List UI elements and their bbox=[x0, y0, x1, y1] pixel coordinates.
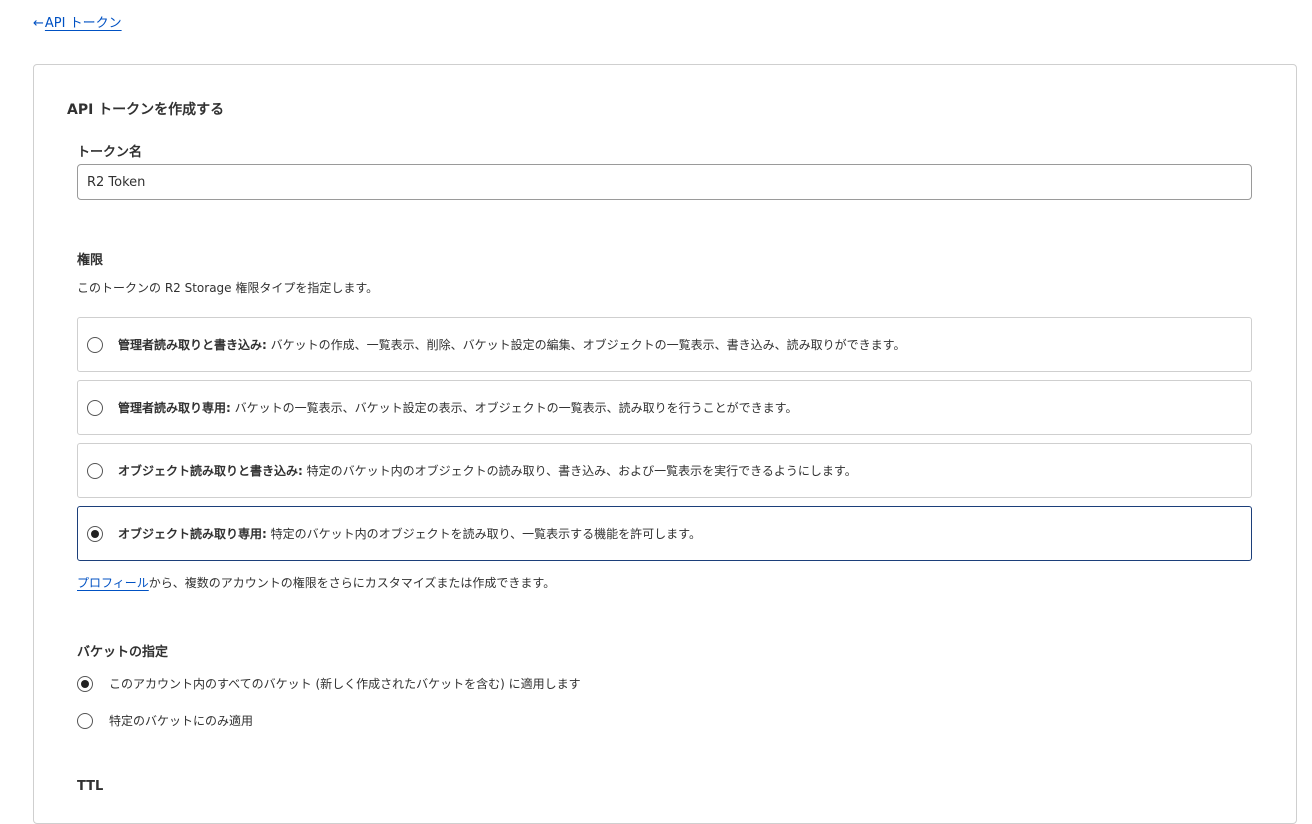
permission-option-text: オブジェクト読み取り専用: 特定のバケット内のオブジェクトを読み取り、一覧表示す… bbox=[118, 525, 701, 542]
permissions-label: 権限 bbox=[77, 253, 104, 268]
permission-option-title: 管理者読み取りと書き込み: bbox=[118, 338, 267, 352]
radio-dot-icon bbox=[91, 529, 99, 538]
radio-dot-icon bbox=[81, 679, 89, 688]
bucket-scope-label: バケットの指定 bbox=[77, 645, 169, 660]
profile-note: プロフィールから、複数のアカウントの権限をさらにカスタマイズまたは作成できます。 bbox=[77, 574, 555, 591]
permission-option-description: バケットの作成、一覧表示、削除、バケット設定の編集、オブジェクトの一覧表示、書き… bbox=[270, 338, 906, 352]
page-title: API トークンを作成する bbox=[67, 102, 225, 118]
token-name-label: トークン名 bbox=[77, 145, 143, 160]
permission-option-text: 管理者読み取り専用: バケットの一覧表示、バケット設定の表示、オブジェクトの一覧… bbox=[118, 399, 797, 416]
permission-option-admin-read-only[interactable]: 管理者読み取り専用: バケットの一覧表示、バケット設定の表示、オブジェクトの一覧… bbox=[77, 380, 1252, 435]
permission-option-admin-read-write[interactable]: 管理者読み取りと書き込み: バケットの作成、一覧表示、削除、バケット設定の編集、… bbox=[77, 317, 1252, 372]
radio-button-checked[interactable] bbox=[87, 525, 103, 542]
bucket-option-all-buckets[interactable]: このアカウント内のすべてのバケット (新しく作成されたバケットを含む) に適用し… bbox=[77, 675, 581, 692]
permission-option-text: 管理者読み取りと書き込み: バケットの作成、一覧表示、削除、バケット設定の編集、… bbox=[118, 336, 905, 353]
token-name-input[interactable] bbox=[77, 164, 1252, 200]
profile-link[interactable]: プロフィール bbox=[77, 576, 149, 590]
bucket-option-specific-buckets[interactable]: 特定のバケットにのみ適用 bbox=[77, 712, 253, 729]
bucket-option-label: 特定のバケットにのみ適用 bbox=[109, 714, 254, 728]
permission-option-description: 特定のバケット内のオブジェクトの読み取り、書き込み、および一覧表示を実行できるよ… bbox=[306, 464, 857, 478]
permission-option-object-read-write[interactable]: オブジェクト読み取りと書き込み: 特定のバケット内のオブジェクトの読み取り、書き… bbox=[77, 443, 1252, 498]
radio-button[interactable] bbox=[87, 336, 103, 353]
back-to-api-tokens-link[interactable]: ←API トークン bbox=[33, 12, 122, 31]
create-token-card: API トークンを作成する トークン名 権限 このトークンの R2 Storag… bbox=[33, 64, 1297, 824]
bucket-option-label: このアカウント内のすべてのバケット (新しく作成されたバケットを含む) に適用し… bbox=[109, 677, 581, 691]
ttl-label: TTL bbox=[77, 779, 104, 794]
permission-option-title: オブジェクト読み取りと書き込み: bbox=[118, 464, 303, 478]
radio-button[interactable] bbox=[87, 399, 103, 416]
permission-option-description: バケットの一覧表示、バケット設定の表示、オブジェクトの一覧表示、読み取りを行うこ… bbox=[234, 401, 798, 415]
profile-note-text: から、複数のアカウントの権限をさらにカスタマイズまたは作成できます。 bbox=[148, 576, 556, 590]
permission-option-object-read-only[interactable]: オブジェクト読み取り専用: 特定のバケット内のオブジェクトを読み取り、一覧表示す… bbox=[77, 506, 1252, 561]
permission-option-text: オブジェクト読み取りと書き込み: 特定のバケット内のオブジェクトの読み取り、書き… bbox=[118, 462, 857, 479]
permission-option-description: 特定のバケット内のオブジェクトを読み取り、一覧表示する機能を許可します。 bbox=[270, 527, 701, 541]
back-link-label: API トークン bbox=[44, 16, 122, 31]
radio-button-checked[interactable] bbox=[77, 675, 93, 692]
permissions-description: このトークンの R2 Storage 権限タイプを指定します。 bbox=[77, 281, 379, 295]
permission-option-title: オブジェクト読み取り専用: bbox=[118, 527, 267, 541]
radio-button[interactable] bbox=[77, 712, 93, 729]
back-arrow-icon: ← bbox=[33, 16, 44, 31]
permission-option-title: 管理者読み取り専用: bbox=[118, 401, 231, 415]
radio-button[interactable] bbox=[87, 462, 103, 479]
